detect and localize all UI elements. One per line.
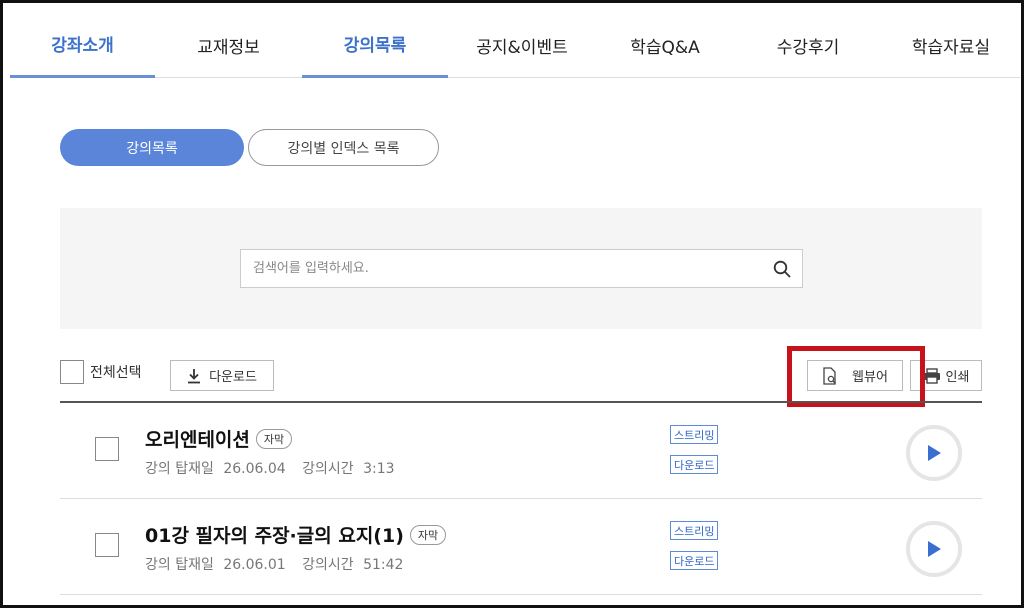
- download-button[interactable]: 다운로드: [170, 360, 274, 391]
- upload-date: 26.06.01: [223, 557, 286, 573]
- play-button[interactable]: [906, 425, 962, 481]
- play-icon: [928, 541, 941, 557]
- play-button[interactable]: [906, 521, 962, 577]
- duration: 51:42: [363, 557, 404, 573]
- lecture-checkbox[interactable]: [95, 437, 119, 461]
- web-viewer-highlight-box: [787, 346, 925, 407]
- select-all: 전체선택: [60, 360, 142, 384]
- tab-notice-event[interactable]: 공지&이벤트: [453, 12, 591, 78]
- subtitle-badge: 자막: [255, 428, 293, 449]
- download-label: 다운로드: [209, 370, 257, 385]
- download-icon: [187, 368, 201, 384]
- search-panel: [60, 208, 982, 329]
- duration-label: 강의시간: [302, 461, 354, 477]
- lecture-list-toggle[interactable]: 강의목록: [60, 129, 244, 166]
- lecture-row: 01강 필자의 주장·글의 요지(1) 자막 강의 탑재일 26.06.01 강…: [60, 499, 982, 595]
- lecture-title[interactable]: 오리엔테이션 자막: [145, 425, 293, 452]
- upload-date: 26.06.04: [223, 461, 286, 477]
- play-icon: [928, 445, 941, 461]
- search-input[interactable]: [241, 250, 762, 287]
- course-tab-bar: 강좌소개 교재정보 강의목록 공지&이벤트 학습Q&A 수강후기 학습자료실: [10, 12, 1020, 78]
- duration: 3:13: [363, 461, 395, 477]
- lecture-title[interactable]: 01강 필자의 주장·글의 요지(1) 자막: [145, 521, 447, 548]
- lecture-title-text: 오리엔테이션: [145, 429, 250, 451]
- lecture-meta: 강의 탑재일 26.06.01 강의시간 51:42: [145, 554, 403, 574]
- subtitle-badge: 자막: [409, 524, 447, 545]
- select-all-label: 전체선택: [90, 365, 142, 381]
- streaming-tag[interactable]: 스트리밍: [670, 425, 719, 444]
- printer-icon: [923, 367, 941, 384]
- search-box: [240, 249, 803, 288]
- lecture-title-text: 01강 필자의 주장·글의 요지(1): [145, 525, 404, 547]
- duration-label: 강의시간: [302, 557, 354, 573]
- tab-study-materials[interactable]: 학습자료실: [882, 12, 1020, 78]
- lecture-row: 오리엔테이션 자막 강의 탑재일 26.06.04 강의시간 3:13 스트리밍…: [60, 403, 982, 499]
- tab-course-intro[interactable]: 강좌소개: [10, 12, 155, 78]
- tab-reviews[interactable]: 수강후기: [739, 12, 877, 78]
- index-list-toggle[interactable]: 강의별 인덱스 목록: [248, 129, 439, 166]
- upload-date-label: 강의 탑재일: [145, 557, 214, 573]
- tab-textbook-info[interactable]: 교재정보: [160, 12, 297, 78]
- download-tag[interactable]: 다운로드: [670, 551, 719, 570]
- upload-date-label: 강의 탑재일: [145, 461, 214, 477]
- tab-study-qa[interactable]: 학습Q&A: [596, 12, 734, 78]
- select-all-checkbox[interactable]: [60, 360, 84, 384]
- print-label: 인쇄: [945, 370, 970, 385]
- lecture-meta: 강의 탑재일 26.06.04 강의시간 3:13: [145, 458, 395, 478]
- download-tag[interactable]: 다운로드: [670, 455, 719, 474]
- lecture-checkbox[interactable]: [95, 533, 119, 557]
- tab-lecture-list[interactable]: 강의목록: [302, 12, 448, 78]
- search-icon[interactable]: [762, 250, 802, 288]
- streaming-tag[interactable]: 스트리밍: [670, 521, 719, 540]
